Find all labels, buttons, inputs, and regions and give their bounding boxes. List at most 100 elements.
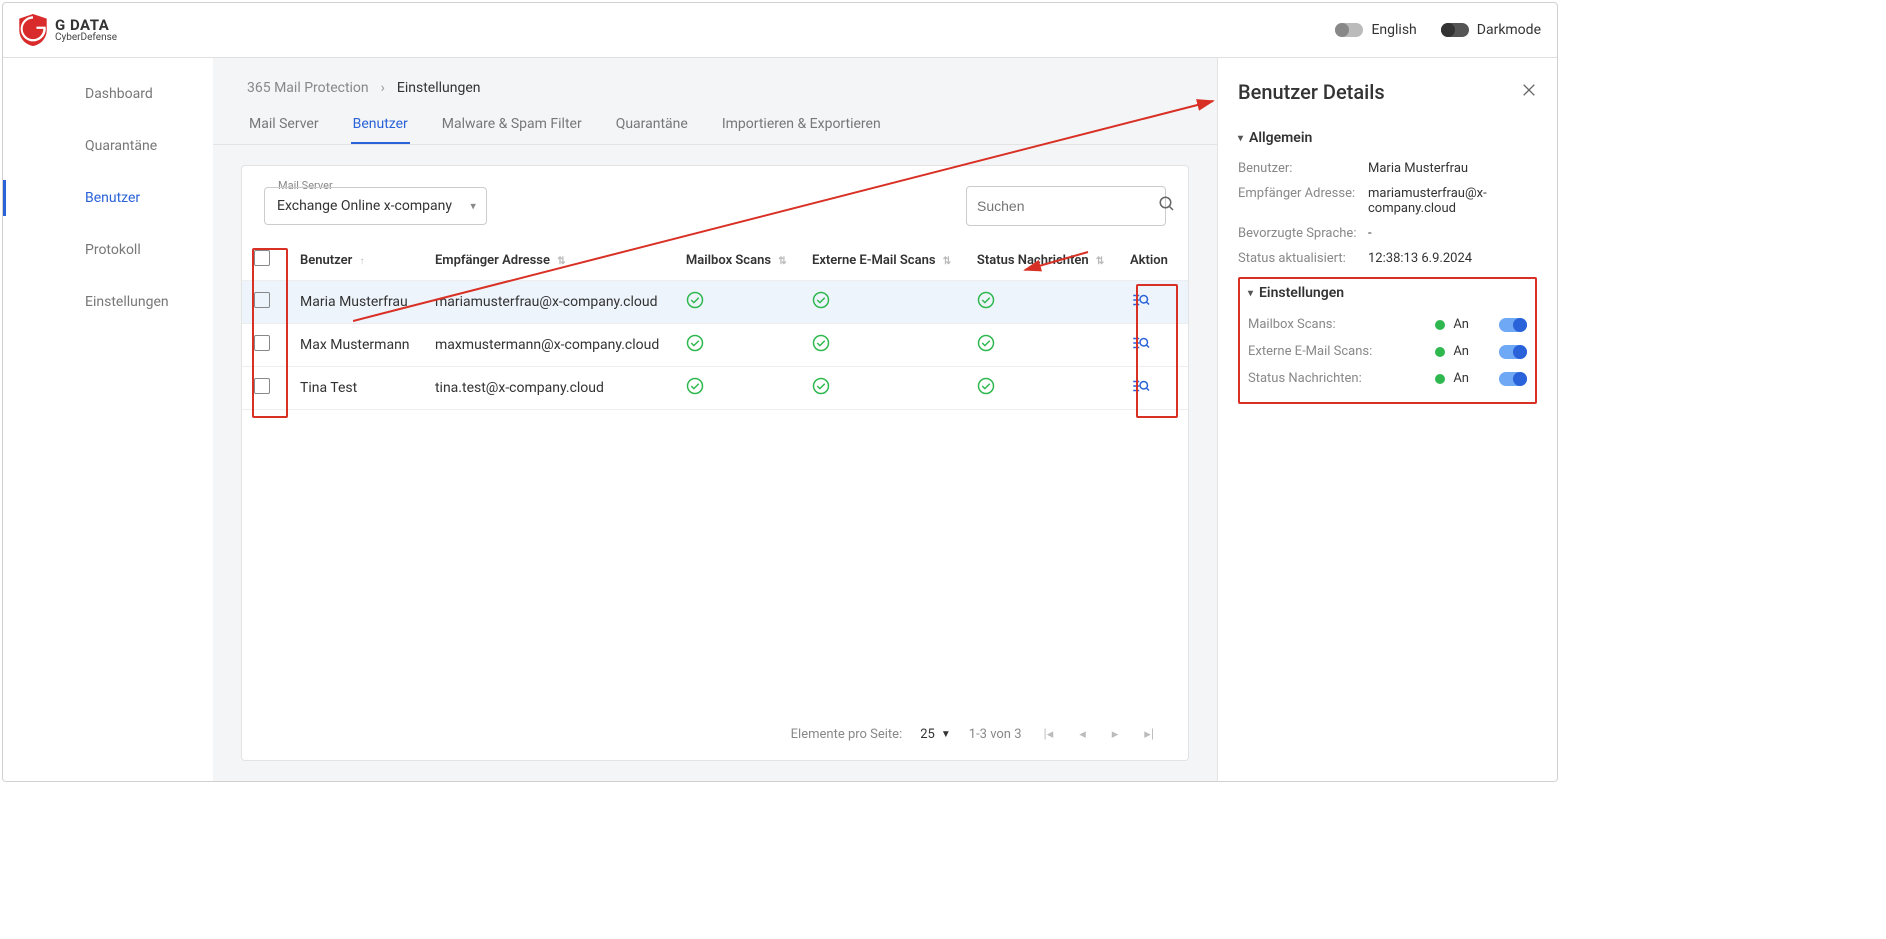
tab-quarantine[interactable]: Quarantäne	[614, 106, 690, 144]
chevron-down-icon: ▾	[1248, 288, 1253, 299]
chevron-down-icon: ▼	[941, 729, 951, 740]
row-checkbox[interactable]	[254, 378, 270, 394]
view-details-button[interactable]	[1130, 297, 1150, 313]
chevron-down-icon: ▾	[1238, 133, 1243, 144]
detail-user-value: Maria Musterfrau	[1368, 161, 1537, 176]
brand-name: G DATA	[55, 18, 117, 33]
section-settings[interactable]: ▾ Einstellungen	[1248, 285, 1527, 301]
sidebar-item-users[interactable]: Benutzer	[3, 180, 213, 216]
sort-icon: ⇅	[1096, 256, 1104, 267]
breadcrumb: 365 Mail Protection › Einstellungen	[213, 58, 1217, 106]
table-row[interactable]: Max Mustermann maxmustermann@x-company.c…	[242, 324, 1188, 367]
darkmode-toggle[interactable]: Darkmode	[1441, 22, 1541, 38]
cell-external	[800, 281, 965, 324]
check-circle-icon	[686, 377, 704, 395]
col-external[interactable]: Externe E-Mail Scans ⇅	[800, 240, 965, 281]
setting-label: Status Nachrichten:	[1248, 371, 1435, 386]
cell-external	[800, 324, 965, 367]
next-page-button[interactable]: ▸	[1108, 723, 1123, 746]
toggle-switch-icon	[1441, 23, 1469, 37]
darkmode-label: Darkmode	[1477, 22, 1541, 38]
view-details-button[interactable]	[1130, 340, 1150, 356]
col-status[interactable]: Status Nachrichten ⇅	[965, 240, 1118, 281]
col-mailbox[interactable]: Mailbox Scans ⇅	[674, 240, 800, 281]
sidebar-item-protocol[interactable]: Protokoll	[3, 232, 213, 268]
setting-row: Status Nachrichten: An	[1248, 365, 1527, 392]
section-general[interactable]: ▾ Allgemein	[1238, 130, 1537, 146]
brand-subtitle: CyberDefense	[55, 33, 117, 43]
status-dot-icon	[1435, 320, 1445, 330]
sort-icon: ⇅	[778, 256, 786, 267]
cell-user: Maria Musterfrau	[288, 281, 423, 324]
col-recipient[interactable]: Empfänger Adresse ⇅	[423, 240, 674, 281]
close-icon	[1521, 82, 1537, 98]
detail-recipient-label: Empfänger Adresse:	[1238, 186, 1368, 216]
cell-mailbox	[674, 281, 800, 324]
cell-email: tina.test@x-company.cloud	[423, 367, 674, 410]
cell-user: Max Mustermann	[288, 324, 423, 367]
detail-lang-value: -	[1368, 226, 1537, 241]
setting-toggle[interactable]	[1499, 372, 1527, 386]
user-details-panel: Benutzer Details ▾ Allgemein Benutzer:Ma…	[1217, 58, 1557, 781]
list-search-icon	[1130, 377, 1150, 395]
view-details-button[interactable]	[1130, 383, 1150, 399]
table-row[interactable]: Tina Test tina.test@x-company.cloud	[242, 367, 1188, 410]
setting-row: Mailbox Scans: An	[1248, 311, 1527, 338]
tab-mailserver[interactable]: Mail Server	[247, 106, 321, 144]
chevron-right-icon: ›	[381, 80, 385, 96]
brand-logo: G DATA CyberDefense	[19, 14, 117, 46]
search-input-wrap[interactable]	[966, 186, 1166, 226]
tab-bar: Mail Server Benutzer Malware & Spam Filt…	[213, 106, 1217, 145]
table-row[interactable]: Maria Musterfrau mariamusterfrau@x-compa…	[242, 281, 1188, 324]
row-checkbox[interactable]	[254, 335, 270, 351]
check-circle-icon	[812, 377, 830, 395]
app-header: G DATA CyberDefense English Darkmode	[3, 3, 1557, 58]
mailserver-select-value: Exchange Online x-company	[264, 187, 487, 225]
list-search-icon	[1130, 291, 1150, 309]
main-content: 365 Mail Protection › Einstellungen Mail…	[213, 58, 1217, 781]
detail-updated-label: Status aktualisiert:	[1238, 251, 1368, 266]
row-checkbox[interactable]	[254, 292, 270, 308]
users-table: Benutzer ↑ Empfänger Adresse ⇅ Mailbox S…	[242, 240, 1188, 410]
cell-status	[965, 281, 1118, 324]
per-page-select[interactable]: 25 ▼	[920, 727, 951, 742]
cell-status	[965, 367, 1118, 410]
check-circle-icon	[977, 291, 995, 309]
detail-lang-label: Bevorzugte Sprache:	[1238, 226, 1368, 241]
shield-icon	[19, 14, 47, 46]
pagination: Elemente pro Seite: 25 ▼ 1-3 von 3 |◂ ◂ …	[242, 709, 1188, 760]
tab-users[interactable]: Benutzer	[351, 106, 410, 144]
page-range: 1-3 von 3	[969, 727, 1022, 742]
tab-malware[interactable]: Malware & Spam Filter	[440, 106, 584, 144]
tab-import-export[interactable]: Importieren & Exportieren	[720, 106, 883, 144]
status-dot-icon	[1435, 347, 1445, 357]
prev-page-button[interactable]: ◂	[1075, 723, 1090, 746]
setting-toggle[interactable]	[1499, 345, 1527, 359]
language-toggle[interactable]: English	[1335, 22, 1416, 38]
details-title: Benutzer Details	[1238, 80, 1385, 104]
setting-toggle[interactable]	[1499, 318, 1527, 332]
mailserver-select[interactable]: Mail Server Exchange Online x-company	[264, 187, 487, 225]
breadcrumb-parent[interactable]: 365 Mail Protection	[247, 80, 369, 96]
check-circle-icon	[812, 291, 830, 309]
detail-updated-value: 12:38:13 6.9.2024	[1368, 251, 1537, 266]
first-page-button[interactable]: |◂	[1040, 723, 1058, 746]
cell-status	[965, 324, 1118, 367]
check-circle-icon	[686, 334, 704, 352]
sidebar-item-settings[interactable]: Einstellungen	[3, 284, 213, 320]
last-page-button[interactable]: ▸|	[1140, 723, 1158, 746]
check-circle-icon	[977, 334, 995, 352]
cell-mailbox	[674, 324, 800, 367]
check-circle-icon	[686, 291, 704, 309]
sidebar: Dashboard Quarantäne Benutzer Protokoll …	[3, 58, 213, 781]
sidebar-item-dashboard[interactable]: Dashboard	[3, 76, 213, 112]
search-input[interactable]	[977, 198, 1158, 214]
sort-icon: ⇅	[557, 256, 565, 267]
close-button[interactable]	[1521, 82, 1537, 103]
col-user[interactable]: Benutzer ↑	[288, 240, 423, 281]
language-label: English	[1371, 22, 1416, 38]
users-panel: Mail Server Exchange Online x-company	[241, 165, 1189, 761]
select-all-checkbox[interactable]	[254, 250, 270, 266]
sidebar-item-quarantine[interactable]: Quarantäne	[3, 128, 213, 164]
setting-label: Mailbox Scans:	[1248, 317, 1435, 332]
